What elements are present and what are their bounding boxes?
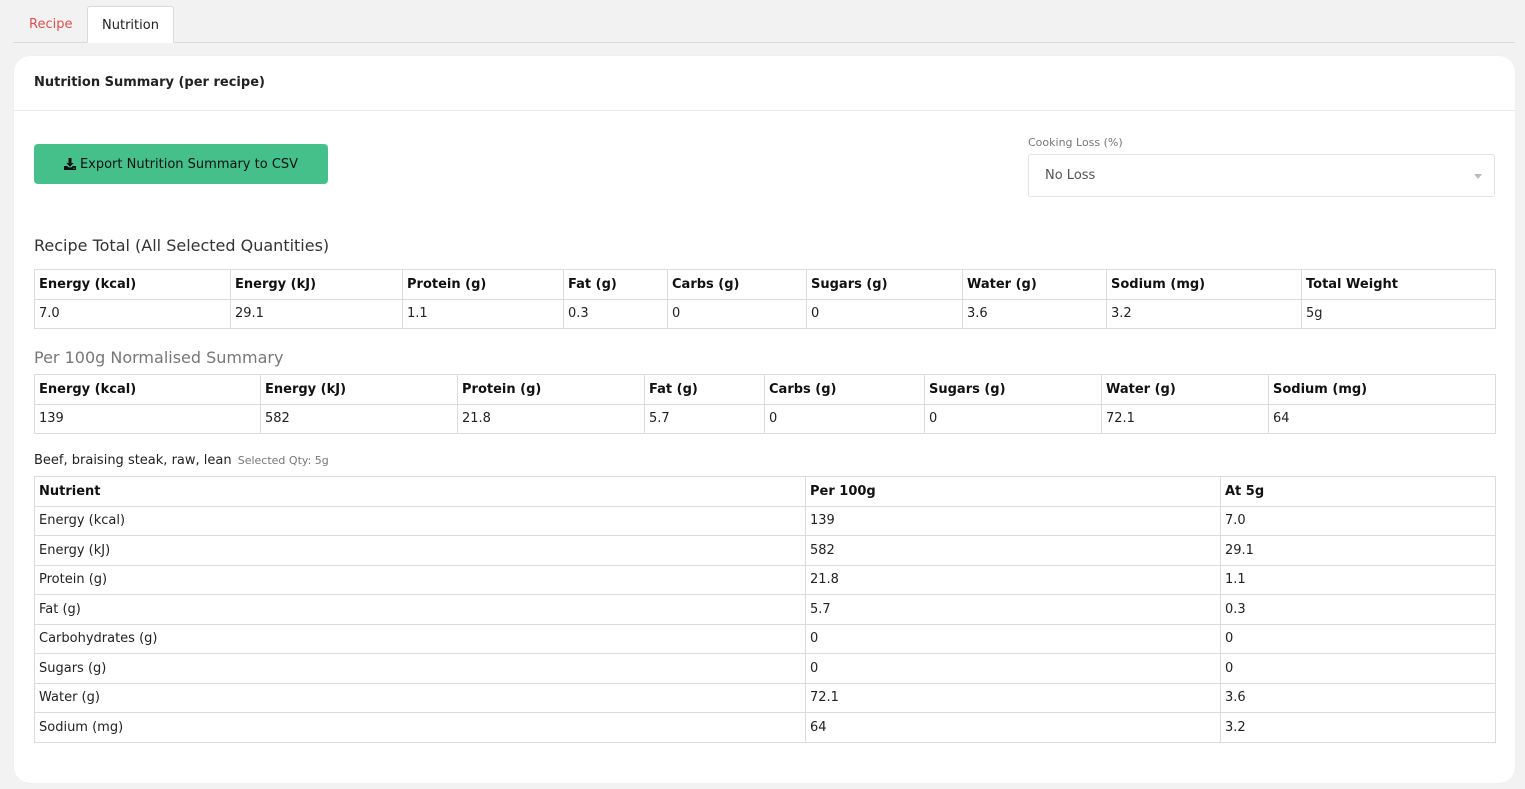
value-cell: 21.8 (457, 403, 645, 434)
value-cell: Sugars (g) (34, 653, 806, 684)
value-cell: 64 (805, 712, 1221, 743)
per100-title: Per 100g Normalised Summary (34, 348, 284, 367)
value-cell: 3.6 (962, 298, 1107, 329)
value-cell: Energy (kJ) (34, 535, 806, 566)
food-heading: Beef, braising steak, raw, lean Selected… (34, 453, 329, 468)
value-cell: 0 (764, 403, 925, 434)
value-cell: 5.7 (805, 594, 1221, 625)
download-icon (63, 158, 76, 170)
table-row: 139 582 21.8 5.7 0 0 72.1 64 (34, 403, 1496, 434)
cooking-loss-value: No Loss (1045, 168, 1096, 183)
header-cell: At 5g (1220, 476, 1496, 507)
food-selected-qty: Selected Qty: 5g (237, 454, 329, 467)
value-cell: 0.3 (1220, 594, 1496, 625)
value-cell: 582 (805, 535, 1221, 566)
header-cell: Carbs (g) (764, 374, 925, 405)
header-cell: Energy (kcal) (34, 269, 231, 300)
tab-recipe[interactable]: Recipe (15, 6, 86, 43)
value-cell: 0 (806, 298, 963, 329)
header-cell: Fat (g) (644, 374, 765, 405)
header-cell: Water (g) (962, 269, 1107, 300)
table-header-row: Energy (kcal) Energy (kJ) Protein (g) Fat (… (34, 374, 1496, 405)
tab-nutrition[interactable]: Nutrition (87, 6, 174, 43)
header-cell: Energy (kcal) (34, 374, 261, 405)
card-title: Nutrition Summary (per recipe) (14, 56, 1515, 111)
header-cell: Carbs (g) (667, 269, 807, 300)
value-cell: 5g (1301, 298, 1496, 329)
table-row: Carbohydrates (g) 0 0 (34, 623, 1496, 654)
table-row: Fat (g) 5.7 0.3 (34, 594, 1496, 625)
export-csv-button[interactable]: Export Nutrition Summary to CSV (34, 144, 328, 184)
header-cell: Protein (g) (457, 374, 645, 405)
value-cell: 1.1 (402, 298, 564, 329)
value-cell: Water (g) (34, 682, 806, 713)
value-cell: 0 (805, 623, 1221, 654)
header-cell: Sodium (mg) (1268, 374, 1496, 405)
table-row: Sodium (mg) 64 3.2 (34, 712, 1496, 743)
value-cell: 3.6 (1220, 682, 1496, 713)
value-cell: 7.0 (1220, 505, 1496, 536)
value-cell: 0.3 (563, 298, 668, 329)
header-cell: Water (g) (1101, 374, 1269, 405)
value-cell: 139 (805, 505, 1221, 536)
table-header-row: Energy (kcal) Energy (kJ) Protein (g) Fat (… (34, 269, 1496, 300)
value-cell: 1.1 (1220, 564, 1496, 595)
header-cell: Total Weight (1301, 269, 1496, 300)
table-row: Sugars (g) 0 0 (34, 653, 1496, 684)
header-cell: Energy (kJ) (260, 374, 458, 405)
table-row: Energy (kJ) 582 29.1 (34, 535, 1496, 566)
value-cell: 5.7 (644, 403, 765, 434)
header-cell: Protein (g) (402, 269, 564, 300)
value-cell: 3.2 (1106, 298, 1302, 329)
value-cell: 3.2 (1220, 712, 1496, 743)
recipe-total-table: Energy (kcal) Energy (kJ) Protein (g) Fat (… (34, 269, 1496, 329)
value-cell: 139 (34, 403, 261, 434)
food-name: Beef, braising steak, raw, lean (34, 453, 232, 468)
value-cell: Energy (kcal) (34, 505, 806, 536)
value-cell: 64 (1268, 403, 1496, 434)
value-cell: 0 (1220, 653, 1496, 684)
table-row: Protein (g) 21.8 1.1 (34, 564, 1496, 595)
food-nutrient-table: Nutrient Per 100g At 5g Energy (kcal) 139 7.… (34, 476, 1496, 743)
chevron-down-icon (1474, 174, 1482, 179)
value-cell: 0 (805, 653, 1221, 684)
cooking-loss-select[interactable]: No Loss (1028, 154, 1495, 197)
table-row: Energy (kcal) 139 7.0 (34, 505, 1496, 536)
value-cell: 0 (1220, 623, 1496, 654)
value-cell: 72.1 (805, 682, 1221, 713)
table-row: 7.0 29.1 1.1 0.3 0 0 3.6 3.2 5g (34, 298, 1496, 329)
header-cell: Fat (g) (563, 269, 668, 300)
cooking-loss-label: Cooking Loss (%) (1028, 136, 1123, 149)
value-cell: 7.0 (34, 298, 231, 329)
value-cell: 0 (924, 403, 1102, 434)
value-cell: Protein (g) (34, 564, 806, 595)
header-cell: Sugars (g) (924, 374, 1102, 405)
header-cell: Nutrient (34, 476, 806, 507)
recipe-total-title: Recipe Total (All Selected Quantities) (34, 236, 330, 255)
header-cell: Sodium (mg) (1106, 269, 1302, 300)
value-cell: Carbohydrates (g) (34, 623, 806, 654)
value-cell: Fat (g) (34, 594, 806, 625)
export-csv-label: Export Nutrition Summary to CSV (79, 156, 299, 172)
value-cell: 21.8 (805, 564, 1221, 595)
tab-bar: Recipe Nutrition (13, 6, 1515, 43)
table-row: Water (g) 72.1 3.6 (34, 682, 1496, 713)
value-cell: 582 (260, 403, 458, 434)
value-cell: 29.1 (230, 298, 403, 329)
value-cell: 0 (667, 298, 807, 329)
nutrition-card: Nutrition Summary (per recipe) Export Nu… (14, 56, 1515, 783)
header-cell: Energy (kJ) (230, 269, 403, 300)
value-cell: 72.1 (1101, 403, 1269, 434)
per100-table: Energy (kcal) Energy (kJ) Protein (g) Fat (… (34, 374, 1496, 434)
table-header-row: Nutrient Per 100g At 5g (34, 476, 1496, 507)
header-cell: Sugars (g) (806, 269, 963, 300)
value-cell: 29.1 (1220, 535, 1496, 566)
value-cell: Sodium (mg) (34, 712, 806, 743)
header-cell: Per 100g (805, 476, 1221, 507)
